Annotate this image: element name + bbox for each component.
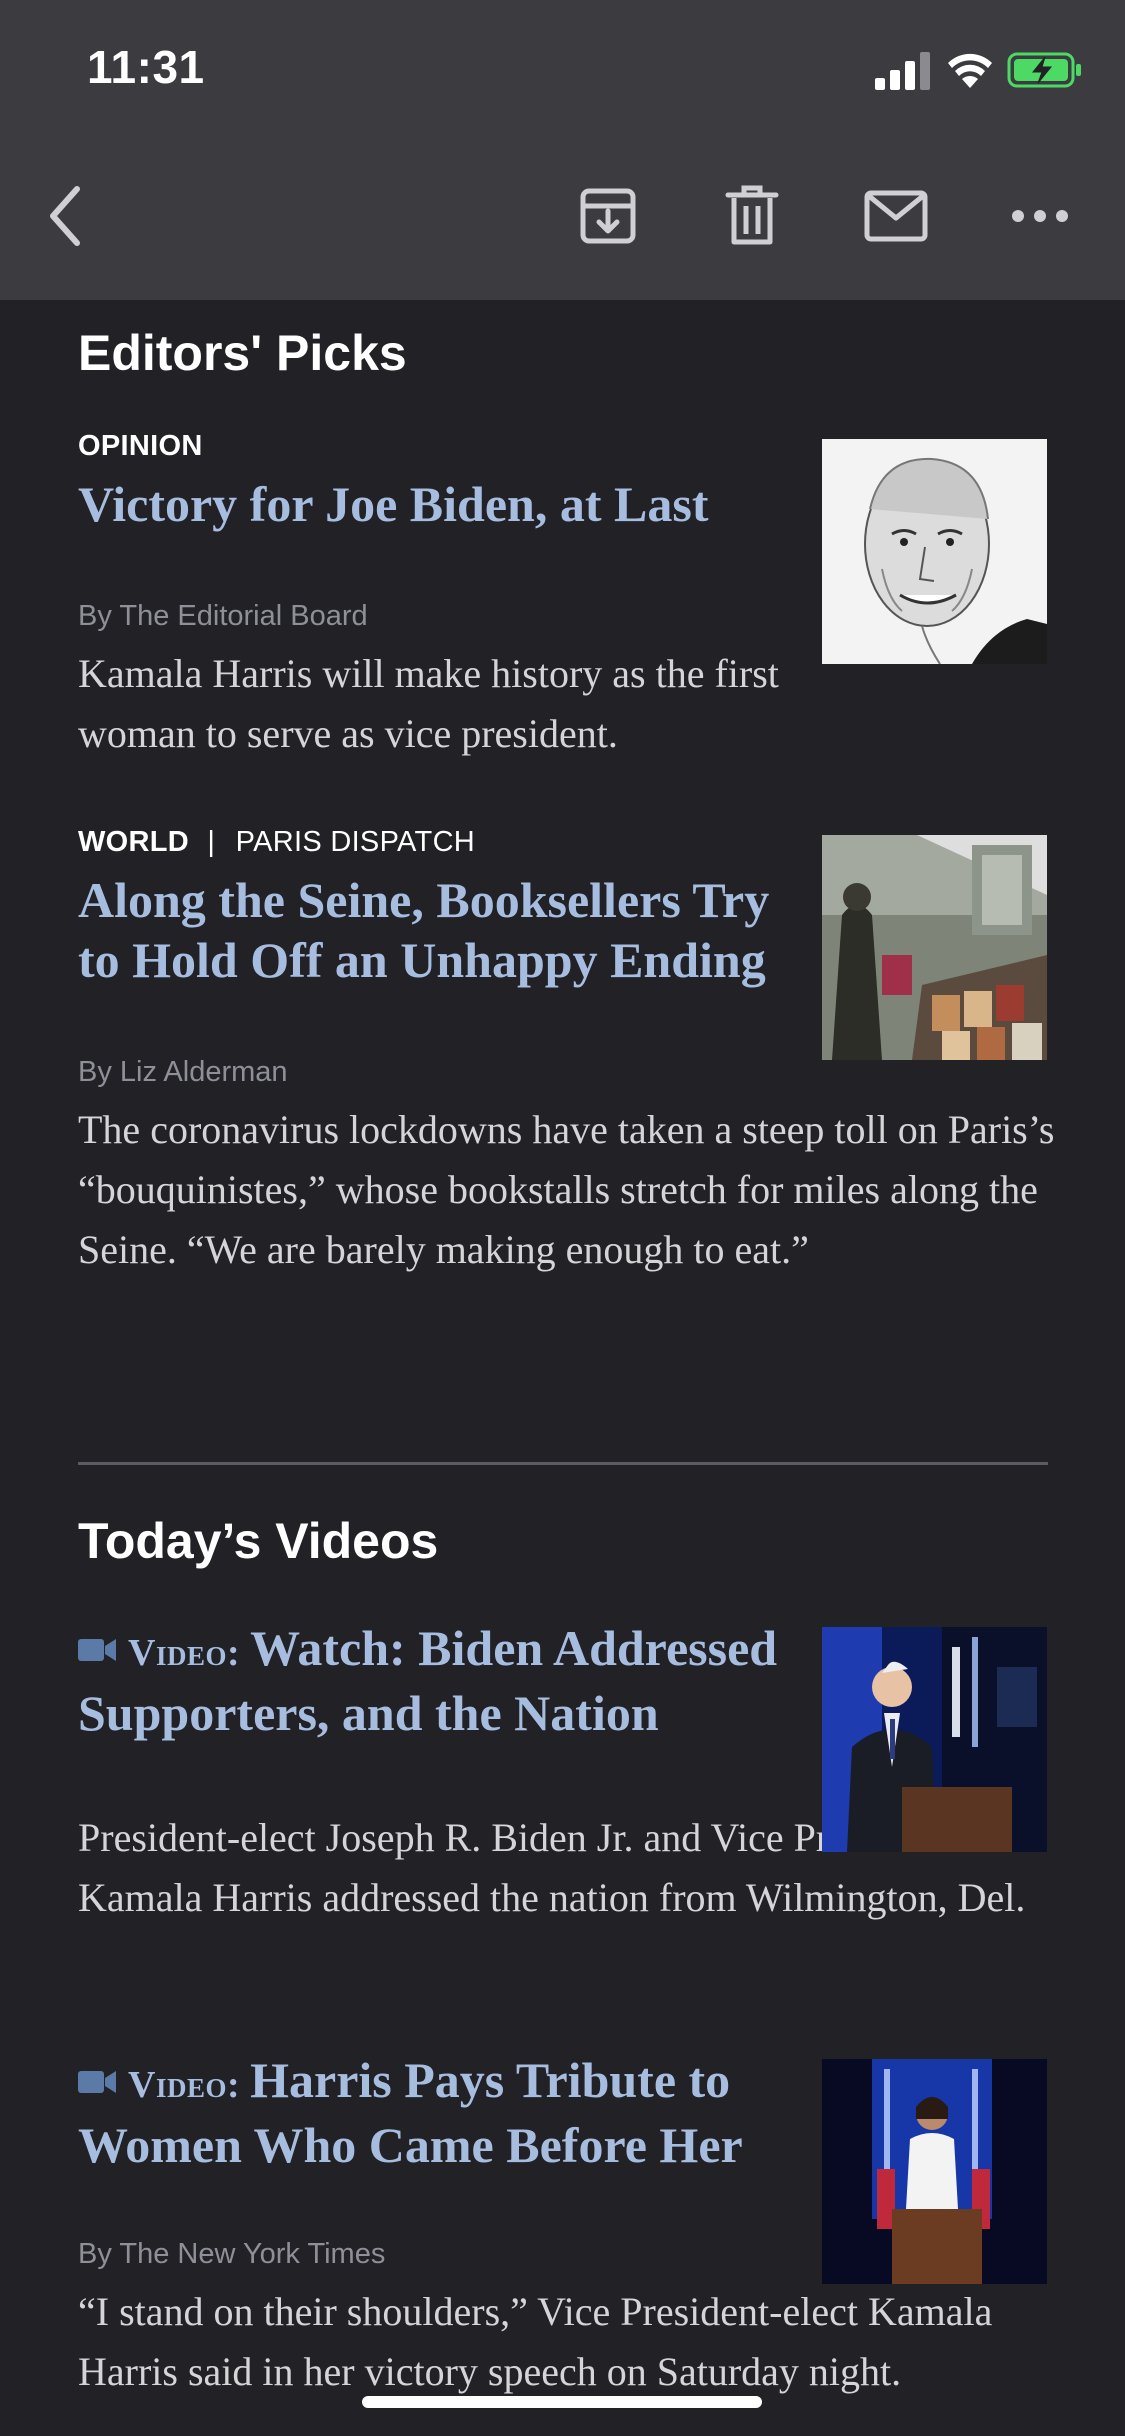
status-time: 11:31 bbox=[87, 41, 205, 93]
section-title-todays-videos: Today’s Videos bbox=[78, 1513, 439, 1569]
cellular-signal-icon bbox=[875, 52, 930, 90]
video-camera-icon bbox=[78, 2071, 116, 2093]
mail-button[interactable] bbox=[856, 176, 936, 256]
mail-icon bbox=[864, 190, 928, 242]
article-byline: By The Editorial Board bbox=[78, 600, 368, 632]
home-indicator[interactable] bbox=[362, 2396, 762, 2408]
harris-speech-photo bbox=[822, 2059, 1047, 2284]
article-summary-text: Kamala Harris will make history as the f… bbox=[78, 651, 779, 756]
article-headline[interactable]: Along the Seine, Booksellers Try to Hold… bbox=[78, 870, 798, 990]
archive-button[interactable] bbox=[568, 176, 648, 256]
article-summary: The coronavirus lockdowns have taken a s… bbox=[78, 1100, 1058, 1280]
video-headline[interactable]: Video: Watch: Biden Addressed Supporters,… bbox=[78, 1618, 798, 1743]
kicker-label: OPINION bbox=[78, 430, 203, 462]
kicker-label: WORLD bbox=[78, 826, 190, 858]
article-thumbnail-biden-portrait[interactable] bbox=[822, 439, 1047, 664]
top-bar: 11:31 bbox=[0, 0, 1125, 300]
video-tag: Video: bbox=[128, 1632, 241, 1674]
more-button[interactable] bbox=[1000, 176, 1080, 256]
kicker-separator: | bbox=[207, 826, 216, 858]
wifi-icon bbox=[948, 53, 992, 88]
video-thumbnail-harris-speech[interactable] bbox=[822, 2059, 1047, 2284]
section-title-editors-picks: Editors' Picks bbox=[78, 325, 407, 381]
video-camera-icon bbox=[78, 1639, 116, 1661]
more-icon bbox=[1012, 210, 1068, 222]
back-button[interactable] bbox=[26, 176, 106, 256]
trash-button[interactable] bbox=[712, 176, 792, 256]
video-byline: By The New York Times bbox=[78, 2238, 386, 2270]
status-icons bbox=[875, 50, 1085, 90]
article-thumbnail-booksellers[interactable] bbox=[822, 835, 1047, 1060]
section-divider bbox=[78, 1462, 1048, 1465]
article-headline[interactable]: Victory for Joe Biden, at Last bbox=[78, 474, 738, 534]
article-summary-text: The coronavirus lockdowns have taken a s… bbox=[78, 1107, 1055, 1272]
video-summary: “I stand on their shoulders,” Vice Presi… bbox=[78, 2282, 1058, 2402]
article-byline: By Liz Alderman bbox=[78, 1056, 288, 1088]
video-thumbnail-biden-speech[interactable] bbox=[822, 1627, 1047, 1852]
kicker-sublabel: PARIS DISPATCH bbox=[235, 826, 476, 858]
portrait-sketch bbox=[822, 439, 1047, 664]
video-summary-text: “I stand on their shoulders,” Vice Presi… bbox=[78, 2289, 993, 2394]
chevron-left-icon bbox=[50, 186, 80, 246]
article-kicker: OPINION bbox=[78, 430, 203, 463]
article-kicker: WORLD | PARIS DISPATCH bbox=[78, 826, 475, 859]
biden-speech-photo bbox=[822, 1627, 1047, 1852]
battery-charging-icon bbox=[1007, 52, 1081, 88]
article-summary: Kamala Harris will make history as the f… bbox=[78, 644, 818, 764]
booksellers-photo bbox=[822, 835, 1047, 1060]
archive-icon bbox=[580, 188, 636, 244]
video-tag: Video: bbox=[128, 2064, 241, 2106]
video-headline[interactable]: Video: Harris Pays Tribute to Women Who C… bbox=[78, 2050, 798, 2175]
trash-icon bbox=[725, 185, 779, 245]
